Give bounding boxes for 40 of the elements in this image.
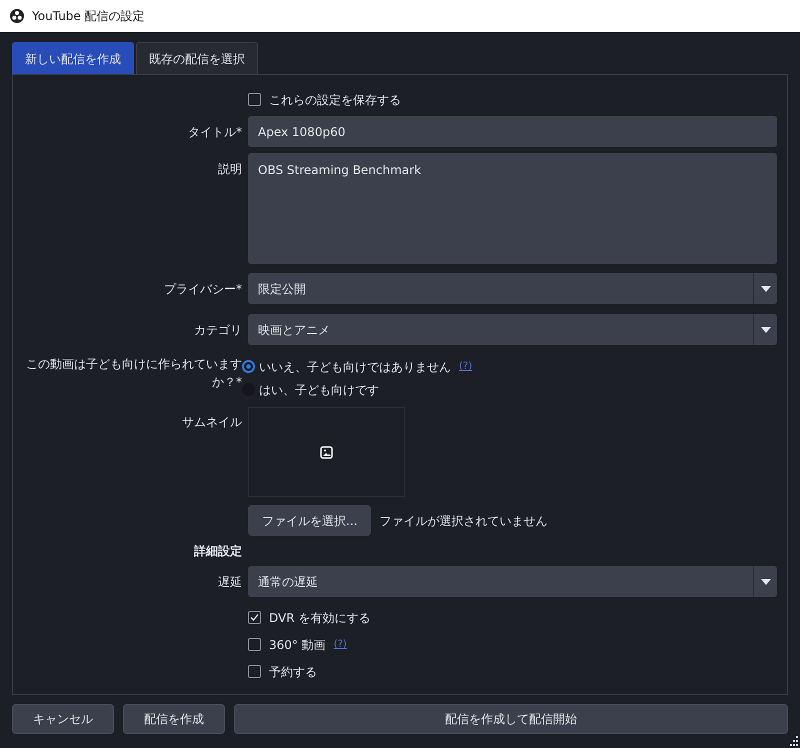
caret-icon xyxy=(760,326,770,332)
dialog-button[interactable]: 配信を作成 xyxy=(123,704,225,734)
description-field[interactable]: OBS Streaming Benchmark xyxy=(248,153,777,264)
caret-icon xyxy=(760,578,770,584)
dropdown[interactable]: 通常の遅延 xyxy=(248,566,777,597)
window-title: YouTube 配信の設定 xyxy=(32,8,145,25)
checkbox[interactable] xyxy=(248,665,261,678)
field-label: タイトル* xyxy=(188,125,242,139)
choose-file-button[interactable]: ファイルを選択... xyxy=(248,505,372,536)
file-status: ファイルが選択されていません xyxy=(379,512,548,530)
field-label: 説明 xyxy=(218,162,242,176)
checkbox-label: 360° 動画 xyxy=(269,636,326,654)
resize-grip-icon[interactable] xyxy=(788,736,798,746)
checkbox[interactable] xyxy=(248,611,261,624)
checkbox-label: 予約する xyxy=(269,664,317,680)
field-label: プライバシー* xyxy=(164,282,242,296)
dropdown[interactable]: 限定公開 xyxy=(248,273,777,304)
radio-label: いいえ、子ども向けではありません xyxy=(259,358,451,376)
app-logo-icon xyxy=(10,9,24,23)
radio-label: はい、子ども向けです xyxy=(259,382,379,398)
section-heading: 詳細設定 xyxy=(194,544,242,558)
checkbox[interactable] xyxy=(248,93,261,106)
dialog-button[interactable]: キャンセル xyxy=(12,704,114,734)
tab[interactable]: 新しい配信を作成 xyxy=(12,42,134,74)
dropdown[interactable]: 映画とアニメ xyxy=(248,314,777,345)
help-link[interactable]: (?) xyxy=(459,359,472,374)
radio-button[interactable] xyxy=(242,360,255,373)
caret-icon xyxy=(760,286,770,292)
text-field[interactable]: Apex 1080p60 xyxy=(248,116,777,147)
field-label: 遅延 xyxy=(218,575,242,589)
help-link[interactable]: (?) xyxy=(334,637,347,652)
image-icon xyxy=(320,446,333,458)
checkbox-label: これらの設定を保存する xyxy=(269,92,401,108)
checkbox-label: DVR を有効にする xyxy=(269,610,370,626)
tab[interactable]: 既存の配信を選択 xyxy=(136,42,258,74)
field-label: この動画は子ども向けに作られていますか？* xyxy=(26,357,242,389)
dialog-button[interactable]: 配信を作成して配信開始 xyxy=(234,704,788,734)
field-label: カテゴリ xyxy=(194,323,242,337)
field-label: サムネイル xyxy=(182,415,242,429)
checkbox[interactable] xyxy=(248,638,261,651)
